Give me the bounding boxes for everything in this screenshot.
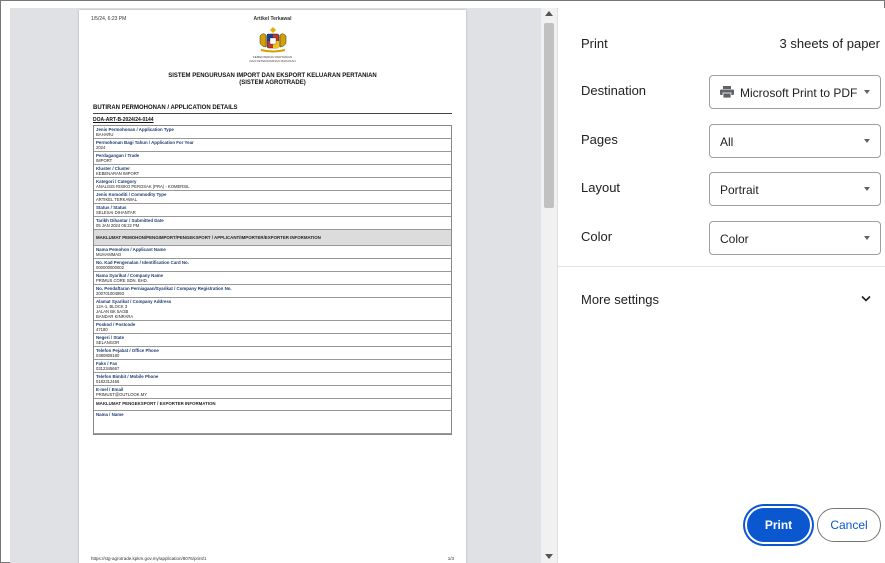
- preview-scrollbar[interactable]: [541, 8, 557, 563]
- caret-down-icon: [864, 236, 870, 240]
- row-value: ARTIKEL TERKAWAL: [96, 197, 138, 202]
- layout-value: Portrait: [720, 183, 759, 197]
- row-value: 05 JAN 2024 06:22 PM: [96, 223, 140, 228]
- pages-row: Pages All: [581, 124, 881, 158]
- destination-label: Destination: [581, 83, 647, 98]
- print-button[interactable]: Print: [747, 508, 810, 542]
- table-row: Negeri / State SELANGOR: [94, 334, 451, 347]
- chevron-down-icon[interactable]: [861, 295, 871, 303]
- table-row: No. Kad Pengenalan / Identification Card…: [94, 259, 451, 272]
- row-value: 0182312456: [96, 379, 120, 384]
- scrollbar-thumb[interactable]: [544, 23, 554, 208]
- scroll-down-arrow-icon[interactable]: [545, 554, 553, 559]
- preview-page: 1/5/24, 6:23 PM Artikel Terkawal KEMENTE…: [79, 10, 466, 563]
- destination-select[interactable]: Microsoft Print to PDF: [709, 75, 881, 109]
- row-value: 2024: [96, 145, 106, 150]
- row-value: PRIMUS CORE SDN. BHD.: [96, 278, 148, 283]
- color-value: Color: [720, 232, 749, 246]
- table-row: Telefon Bimbit / Mobile Phone 0182312456: [94, 373, 451, 386]
- cancel-button[interactable]: Cancel: [817, 508, 881, 542]
- table-row: Permohonan Bagi Tahun / Application For …: [94, 139, 451, 152]
- caret-down-icon: [864, 187, 870, 191]
- print-settings-panel: Print 3 sheets of paper Destination Micr…: [557, 8, 885, 563]
- table-row: Jenis Komoditi / Commodity Type ARTIKEL T…: [94, 191, 451, 204]
- row-value: 0312345667: [96, 366, 120, 371]
- applicant-section-band: MAKLUMAT PEMOHON/PENGIMPORT/PENGEKSPORT …: [94, 230, 451, 246]
- page-header-title: Artikel Terkawal: [253, 16, 292, 22]
- layout-select[interactable]: Portrait: [709, 172, 881, 206]
- color-row: Color Color: [581, 221, 881, 255]
- pages-value: All: [720, 135, 734, 149]
- layout-label: Layout: [581, 180, 621, 195]
- destination-value: Microsoft Print to PDF: [740, 86, 858, 100]
- row-value: BAHARU: [96, 132, 114, 137]
- row-value: 200701004993: [96, 291, 124, 296]
- more-settings-toggle[interactable]: More settings: [581, 292, 659, 307]
- sheets-count: 3 sheets of paper: [779, 36, 880, 51]
- details-table: Jenis Permohonan / Application Type BAHAR…: [93, 125, 452, 435]
- table-row: Kategori / Category ANALISIS RISIKO PEROS…: [94, 178, 451, 191]
- pages-select[interactable]: All: [709, 124, 881, 158]
- caret-down-icon: [864, 139, 870, 143]
- table-row: Nama Syarikat / Company Name PRIMUS CORE …: [94, 272, 451, 285]
- layout-row: Layout Portrait: [581, 172, 881, 206]
- table-row: Telefon Pejabat / Office Phone 0380809180: [94, 347, 451, 360]
- coat-of-arms-logo: [259, 27, 287, 53]
- page-footer-number: 1/3: [447, 556, 454, 561]
- row-value: SELESAI DIHANTAR: [96, 210, 136, 215]
- table-row: Perdagangan / Trade IMPORT: [94, 152, 451, 165]
- row-value: IMPORT: [96, 158, 113, 163]
- page-footer-url: https://stg-agrotrade.kpkm.gov.my/applic…: [91, 556, 207, 561]
- row-value: ANALISIS RISIKO PEROSAK (PRA) - KOMERSIL: [96, 184, 190, 189]
- color-select[interactable]: Color: [709, 221, 881, 255]
- application-details-title: BUTIRAN PERMOHONAN / APPLICATION DETAILS: [93, 105, 238, 111]
- table-row: Alamat Syarikat / Company Address 12A-1, …: [94, 298, 451, 321]
- exporter-section-band: MAKLUMAT PENGEKSPORT / EXPORTER INFORMAT…: [94, 399, 451, 411]
- page-footer: https://stg-agrotrade.kpkm.gov.my/applic…: [91, 556, 454, 561]
- table-row: Status / Status SELESAI DIHANTAR: [94, 204, 451, 217]
- table-row: Tarikh Dihantar / Submitted Date 05 JAN 2…: [94, 217, 451, 230]
- settings-divider: [558, 266, 885, 267]
- scroll-up-arrow-icon[interactable]: [545, 11, 553, 16]
- row-value: 000000000002: [96, 265, 124, 270]
- application-reference: DOA-ART-B-2024/24-0144: [93, 117, 154, 123]
- print-dialog-title: Print: [581, 36, 608, 51]
- row-value: KEBENARAN IMPORT: [96, 171, 140, 176]
- table-row: Faks / Fax 0312345667: [94, 360, 451, 373]
- pages-label: Pages: [581, 132, 618, 147]
- destination-row: Destination Microsoft Print to PDF: [581, 75, 881, 109]
- table-row: No. Pendaftaran Perniagaan/Syarikat / Co…: [94, 285, 451, 298]
- row-value: MUHAMMAD: [96, 252, 122, 257]
- row-value: 47180: [96, 327, 108, 332]
- table-row: Kluster / Cluster KEBENARAN IMPORT: [94, 165, 451, 178]
- table-row: Nama / Name: [94, 411, 451, 434]
- table-row: Jenis Permohonan / Application Type BAHAR…: [94, 126, 451, 139]
- row-value: SELANGOR: [96, 340, 120, 345]
- row-value: PRIMUST@OUTLOOK.MY: [96, 392, 148, 397]
- row-label: Nama / Name: [96, 412, 124, 417]
- row-value: 0380809180: [96, 353, 120, 358]
- color-label: Color: [581, 229, 613, 244]
- system-name: SISTEM PENGURUSAN IMPORT DAN EKSPORT KEL…: [79, 73, 466, 87]
- row-value: 12A-1, BLOCK 3 JALAN BK 5A/2B BANDAR KIN…: [96, 304, 134, 319]
- table-row: Nama Pemohon / Applicant Name MUHAMMAD: [94, 246, 451, 259]
- ministry-name: KEMENTERIAN PERTANIAN DAN KETERJAMINAN M…: [249, 55, 296, 63]
- system-name-line2: (SISTEM AGROTRADE): [239, 80, 306, 86]
- caret-down-icon: [864, 90, 870, 94]
- table-row: E-mel / Email PRIMUST@OUTLOOK.MY: [94, 386, 451, 399]
- section-divider: [93, 113, 452, 114]
- system-name-line1: SISTEM PENGURUSAN IMPORT DAN EKSPORT KEL…: [168, 73, 377, 79]
- printer-icon: [720, 86, 734, 98]
- table-row: Poskod / Postcode 47180: [94, 321, 451, 334]
- print-preview-area[interactable]: 1/5/24, 6:23 PM Artikel Terkawal KEMENTE…: [10, 8, 541, 563]
